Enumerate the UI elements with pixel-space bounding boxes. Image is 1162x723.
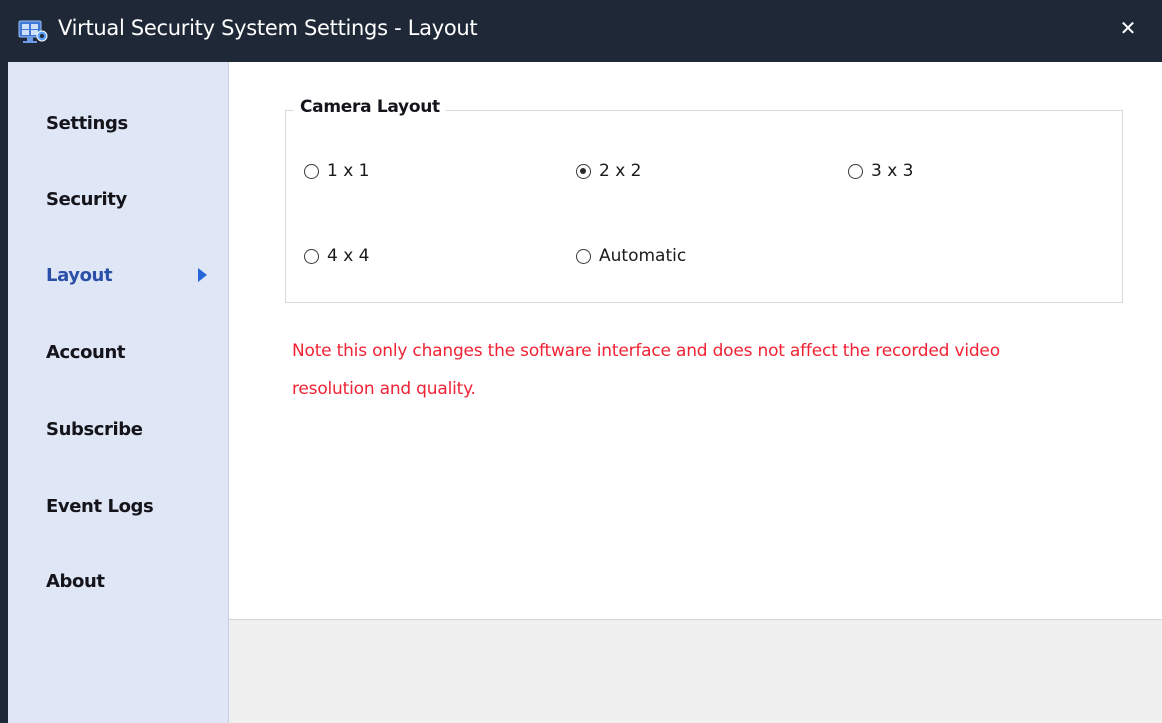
sidebar-item-layout[interactable]: Layout — [46, 257, 226, 293]
layout-option-label: 1 x 1 — [327, 161, 370, 181]
sidebar-item-about[interactable]: About — [46, 563, 226, 599]
active-arrow-icon — [198, 268, 207, 282]
layout-option-4x4[interactable]: 4 x 4 — [304, 246, 370, 266]
sidebar-item-label: Security — [46, 188, 127, 210]
layout-option-1x1[interactable]: 1 x 1 — [304, 161, 370, 181]
radio-button-icon — [848, 163, 863, 179]
radio-button-icon — [304, 248, 319, 264]
title-bar: Virtual Security System Settings - Layou… — [0, 0, 1162, 62]
camera-layout-legend: Camera Layout — [294, 97, 446, 117]
security-camera-app-icon — [18, 19, 48, 45]
sidebar-item-label: Layout — [46, 264, 113, 286]
radio-button-checked-icon — [576, 163, 591, 179]
camera-layout-group: Camera Layout 1 x 1 2 x 2 3 x 3 4 x 4 Au… — [285, 97, 1123, 303]
layout-option-label: 4 x 4 — [327, 246, 370, 266]
layout-option-automatic[interactable]: Automatic — [576, 246, 686, 266]
sidebar-item-label: Subscribe — [46, 418, 143, 440]
close-icon: ✕ — [1119, 16, 1137, 40]
sidebar-item-label: Event Logs — [46, 495, 154, 517]
window-title: Virtual Security System Settings - Layou… — [58, 16, 478, 40]
sidebar-item-subscribe[interactable]: Subscribe — [46, 411, 226, 447]
sidebar-item-account[interactable]: Account — [46, 334, 226, 370]
sidebar-item-label: Account — [46, 341, 126, 363]
layout-option-label: 3 x 3 — [871, 161, 914, 181]
footer-bar — [229, 619, 1162, 723]
content-panel: Camera Layout 1 x 1 2 x 2 3 x 3 4 x 4 Au… — [229, 62, 1162, 619]
radio-button-icon — [576, 248, 591, 264]
radio-button-icon — [304, 163, 319, 179]
sidebar-item-event-logs[interactable]: Event Logs — [46, 488, 226, 524]
layout-option-label: 2 x 2 — [599, 161, 642, 181]
layout-note: Note this only changes the software inte… — [292, 341, 1000, 399]
close-button[interactable]: ✕ — [1108, 10, 1148, 46]
sidebar-item-label: Settings — [46, 112, 128, 134]
sidebar: Settings Security Layout Account Subscri… — [8, 62, 228, 723]
layout-option-label: Automatic — [599, 246, 687, 266]
window-frame-left — [0, 62, 8, 723]
sidebar-item-security[interactable]: Security — [46, 181, 226, 217]
sidebar-item-label: About — [46, 570, 105, 592]
layout-option-2x2[interactable]: 2 x 2 — [576, 161, 642, 181]
layout-option-3x3[interactable]: 3 x 3 — [848, 161, 914, 181]
sidebar-item-settings[interactable]: Settings — [46, 105, 226, 141]
